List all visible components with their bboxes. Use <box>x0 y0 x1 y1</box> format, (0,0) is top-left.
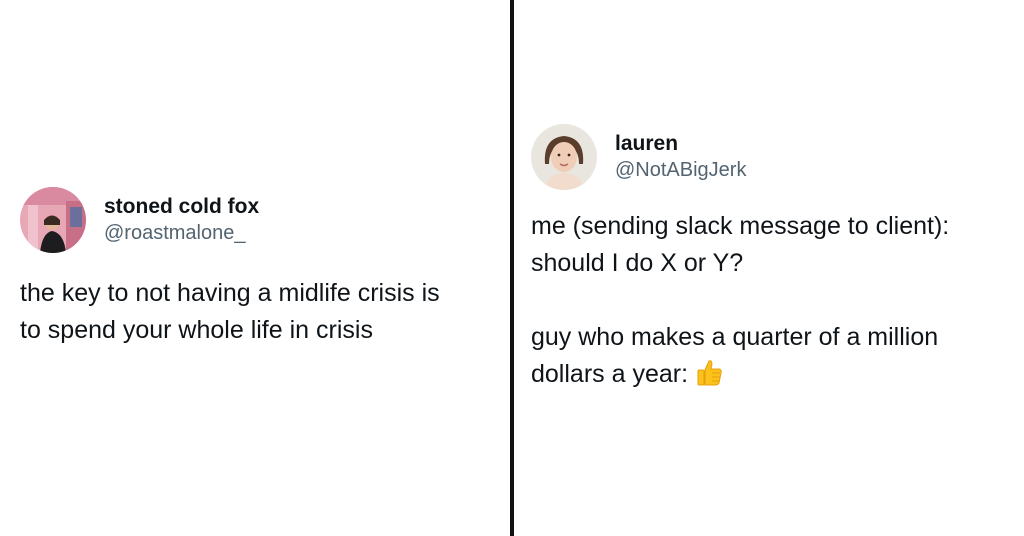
tweet-line: guy who makes a quarter of a million <box>531 323 939 351</box>
tweet-paragraph: guy who makes a quarter of a million dol… <box>531 319 1011 399</box>
tweet-line: to spend your whole life in crisis <box>20 316 373 344</box>
tweet-text: the key to not having a midlife crisis i… <box>20 275 500 349</box>
tweet-header: lauren @NotABigJerk <box>531 124 1011 190</box>
user-handle[interactable]: @NotABigJerk <box>615 159 746 182</box>
tweet-paragraph: me (sending slack message to client): sh… <box>531 208 1011 282</box>
tweet-line: the key to not having a midlife crisis i… <box>20 279 440 307</box>
vertical-divider <box>510 0 514 536</box>
tweet-line: should I do X or Y? <box>531 249 744 277</box>
tweet-header: stoned cold fox @roastmalone_ <box>20 187 500 253</box>
author-info: lauren @NotABigJerk <box>615 132 746 181</box>
user-handle[interactable]: @roastmalone_ <box>104 222 259 245</box>
display-name[interactable]: lauren <box>615 132 746 156</box>
avatar[interactable] <box>531 124 597 190</box>
author-info: stoned cold fox @roastmalone_ <box>104 195 259 244</box>
tweet-line: me (sending slack message to client): <box>531 212 950 240</box>
tweet-card-left[interactable]: stoned cold fox @roastmalone_ the key to… <box>20 187 500 349</box>
tweet-card-right[interactable]: lauren @NotABigJerk me (sending slack me… <box>531 124 1011 399</box>
tweet-line: dollars a year: <box>531 360 689 388</box>
display-name[interactable]: stoned cold fox <box>104 195 259 219</box>
thumbs-up-icon <box>694 358 724 399</box>
tweet-text: me (sending slack message to client): sh… <box>531 208 1011 399</box>
avatar[interactable] <box>20 187 86 253</box>
